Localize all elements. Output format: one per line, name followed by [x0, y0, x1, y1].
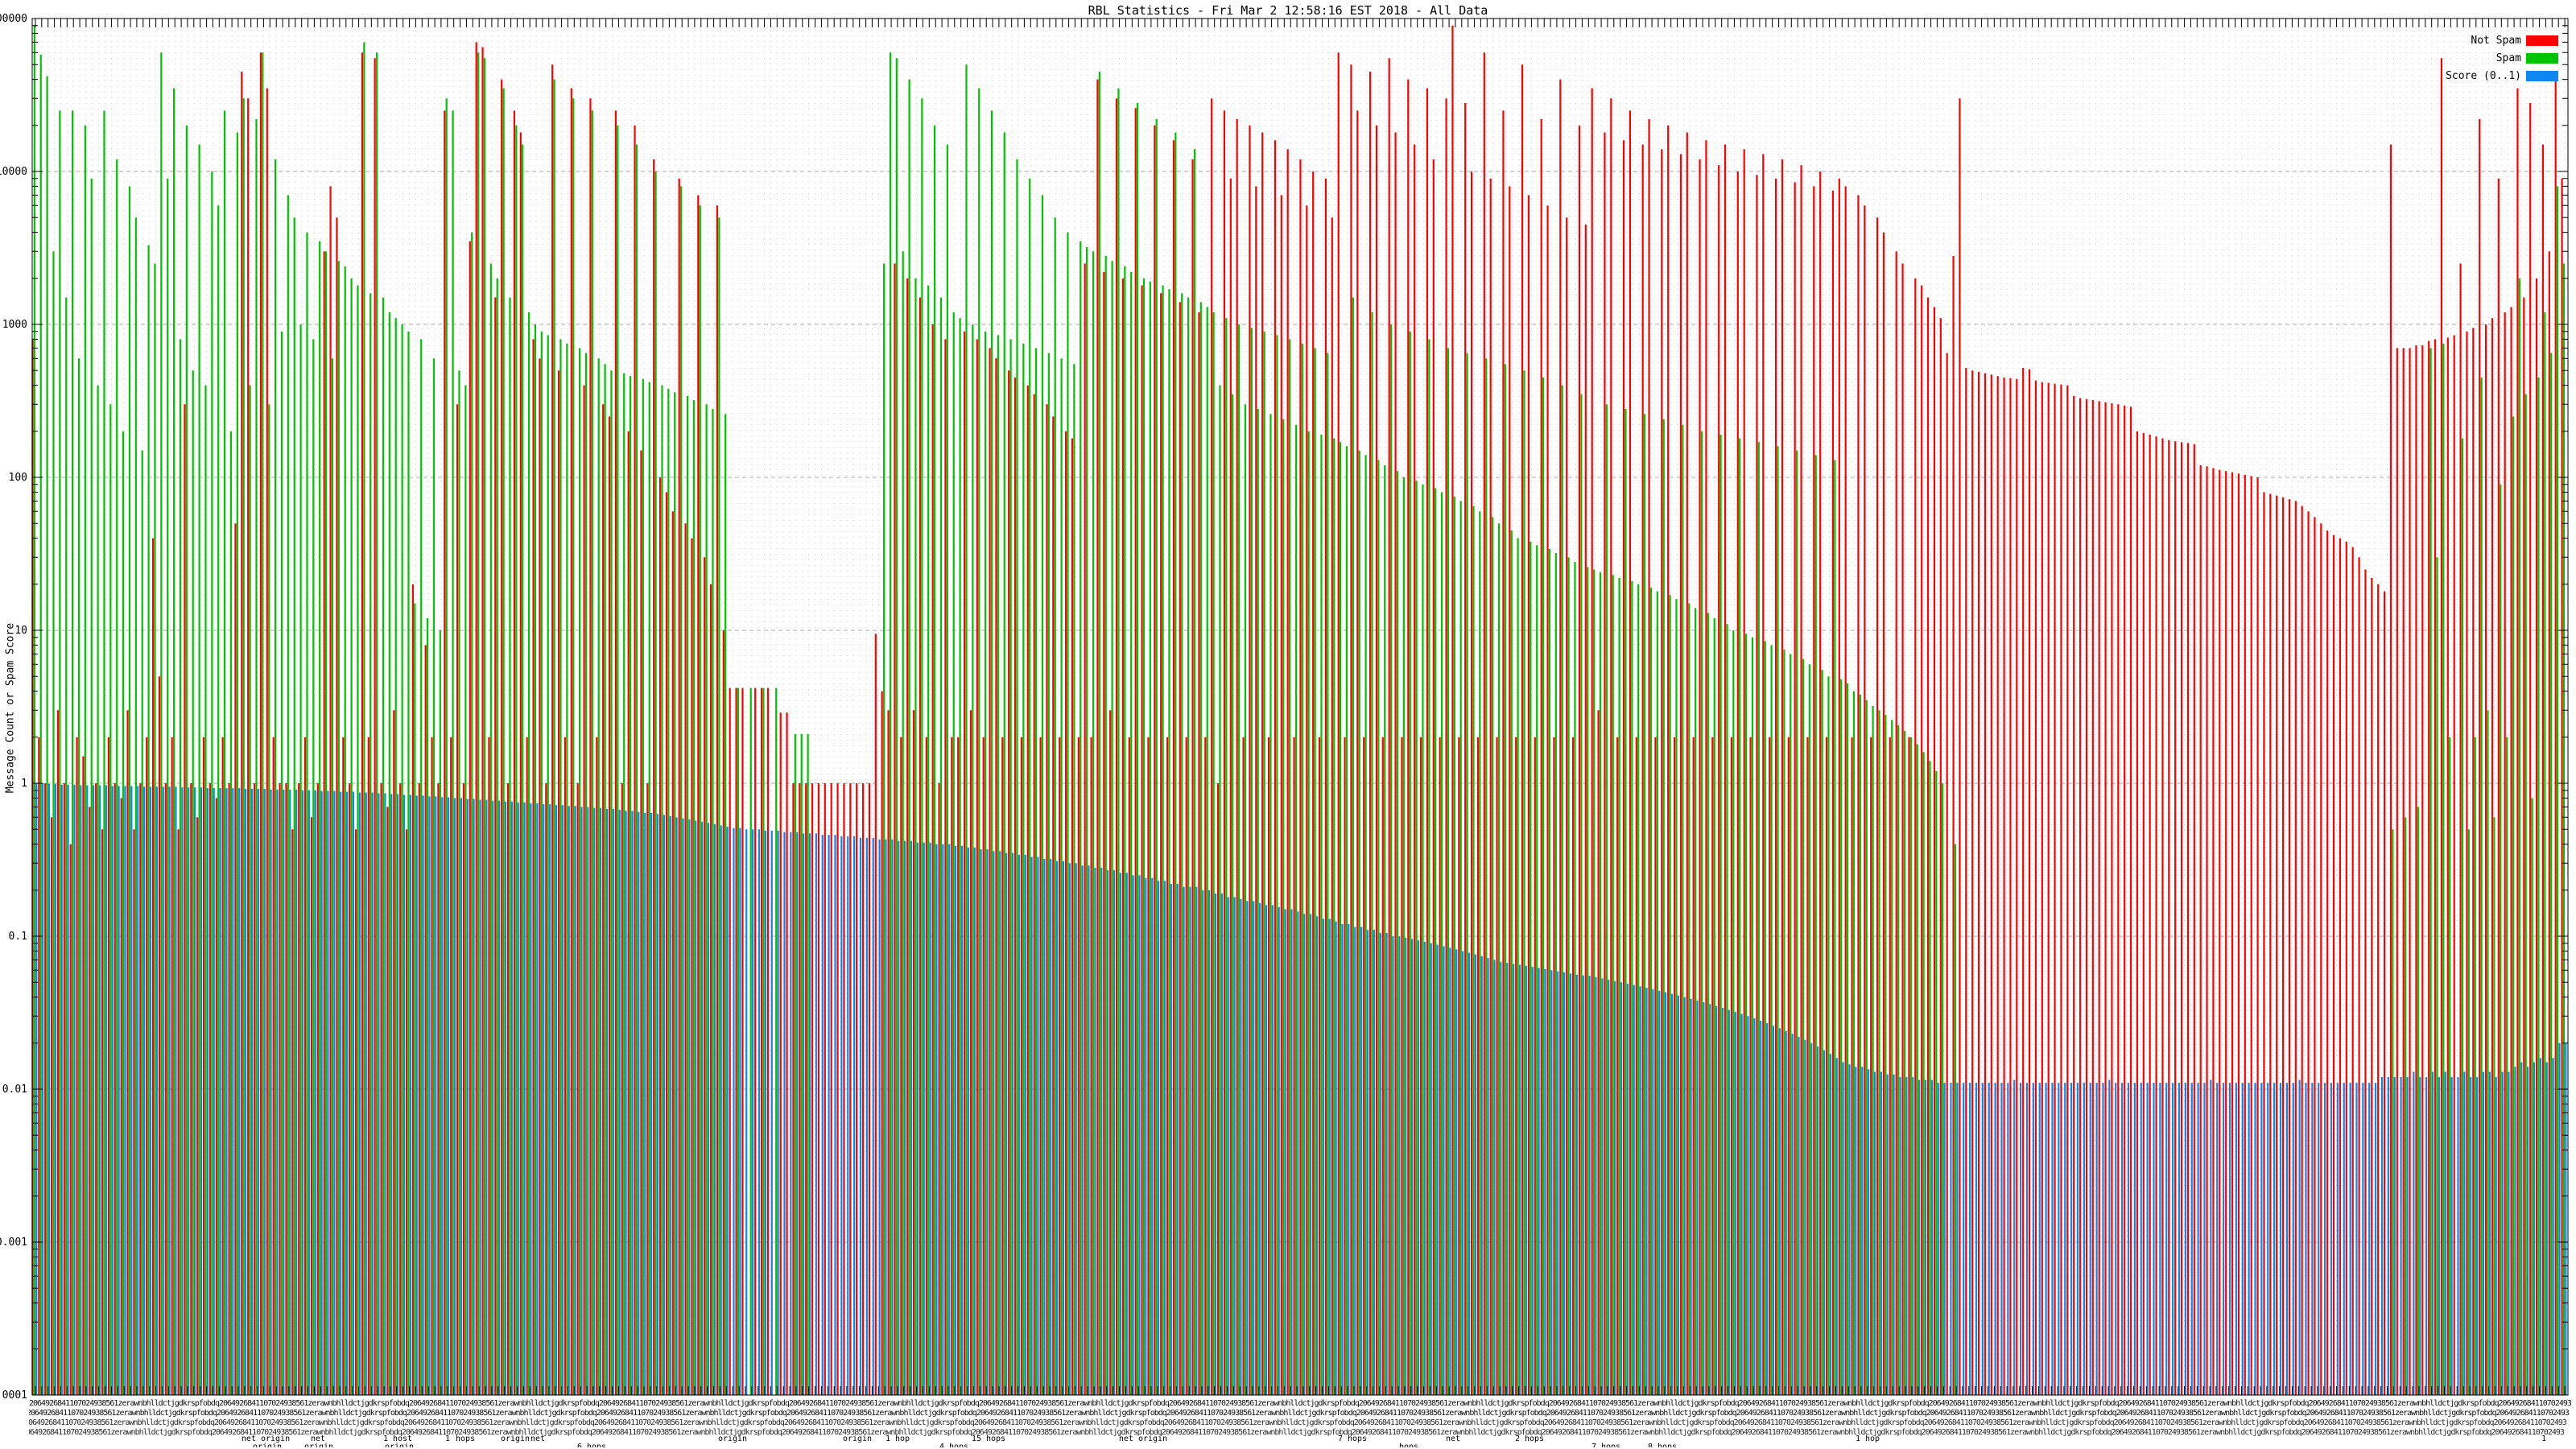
y-tick-label: 1 [21, 778, 27, 790]
rbl-statistics-chart-page: RBL Statistics - Fri Mar 2 12:58:16 EST … [0, 0, 2576, 1449]
x-label-fragment: net [1445, 1435, 1461, 1443]
x-label-fragment: origin [303, 1443, 334, 1447]
x-label-fragment: 15 hops [971, 1435, 1006, 1443]
legend-swatch-icon [2526, 53, 2558, 64]
legend-swatch-icon [2526, 35, 2558, 46]
legend-label: Not Spam [2471, 35, 2521, 47]
legend-row-spam: Spam [2446, 52, 2558, 64]
x-label-fragment: hops [1398, 1443, 1419, 1447]
y-tick-label: 10000 [0, 166, 27, 178]
y-tick-label: 10 [14, 625, 27, 637]
x-labels-overlapped-row: 2064926841107024938561zerawnbhlldctjgdkr… [29, 1409, 2569, 1418]
x-label-fragment: origin [842, 1435, 873, 1443]
legend-label: Score (0..1) [2446, 70, 2521, 82]
x-labels-overlapped-row: 2064926841107024938561zerawnbhlldctjgdkr… [29, 1399, 2571, 1408]
x-label-fragment: 1 [444, 1435, 451, 1443]
legend-swatch-icon [2526, 71, 2558, 81]
x-label-fragment: 1 hop [1855, 1435, 1880, 1443]
x-label-fragment: net origin [1118, 1435, 1168, 1443]
x-label-fragment: 6 hops [576, 1443, 607, 1447]
x-labels-overlapped-row: 2064926841107024938561zerawnbhlldctjgdkr… [29, 1418, 2566, 1427]
x-label-fragment: 7 hops [1337, 1435, 1368, 1443]
x-label-fragment: 4 hops [939, 1443, 969, 1447]
x-label-fragment: 1 hop [885, 1435, 910, 1443]
x-label-fragment: 1 [2541, 1435, 2547, 1443]
bars-spam [33, 25, 2566, 1395]
x-label-fragment: origin [384, 1443, 415, 1447]
x-axis-label-band: 2064926841107024938561zerawnbhlldctjgdkr… [29, 1397, 2571, 1447]
y-tick-label: 0.1 [9, 931, 27, 943]
x-label-fragment: 8 hops [1647, 1443, 1678, 1447]
x-label-fragment: net [530, 1435, 546, 1443]
y-tick-label: 0.0001 [0, 1389, 27, 1402]
y-tick-label: 0.01 [2, 1084, 27, 1096]
legend-label: Spam [2496, 52, 2521, 64]
x-label-fragment: origin [252, 1443, 283, 1447]
y-tick-label: 1000 [2, 319, 27, 331]
chart-legend: Not Spam Spam Score (0..1) [2446, 35, 2558, 89]
legend-row-not-spam: Not Spam [2446, 35, 2558, 47]
legend-row-score-0-1-: Score (0..1) [2446, 70, 2558, 82]
x-label-fragment: 7 hops [1591, 1443, 1621, 1447]
x-label-fragment: 2 hops [1514, 1435, 1545, 1443]
y-tick-label: 0.001 [0, 1236, 27, 1249]
x-label-fragment: hops [455, 1435, 476, 1443]
y-tick-label: 100 [9, 472, 27, 484]
x-label-fragment: origin [500, 1435, 530, 1443]
x-label-fragment: origin [717, 1435, 748, 1443]
y-tick-label: 100000 [0, 13, 27, 25]
chart-plot: 100000 10000 1000 100 10 1 0.1 0.01 0.001 0.0001 [0, 13, 2569, 1402]
